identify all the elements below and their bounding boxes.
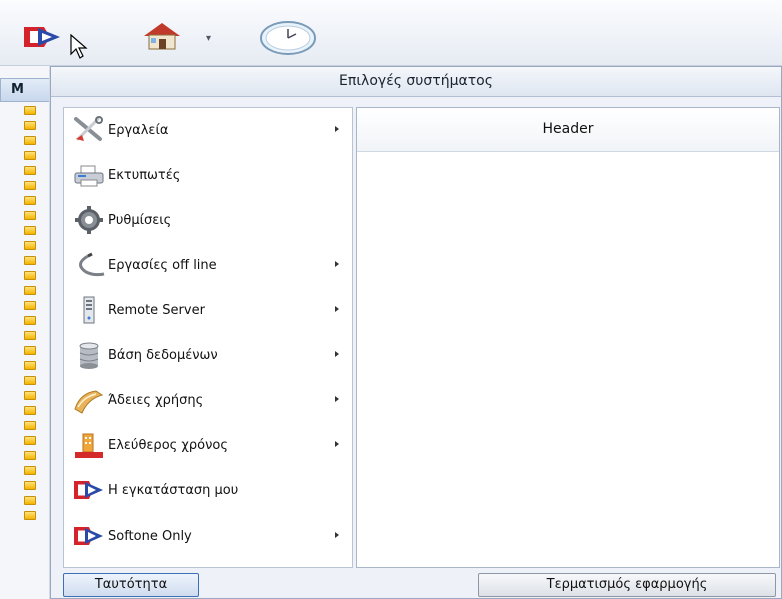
menu-item-licenses[interactable]: Άδειες χρήσης xyxy=(64,381,352,421)
folder-icon[interactable] xyxy=(24,361,36,370)
menu-item-label: Softone Only xyxy=(108,529,192,544)
panel-header: Header xyxy=(357,108,779,152)
submenu-arrow-icon xyxy=(335,126,339,132)
submenu-arrow-icon xyxy=(335,261,339,267)
folder-icon[interactable] xyxy=(24,226,36,235)
folder-icon[interactable] xyxy=(24,121,36,130)
folder-icon[interactable] xyxy=(24,421,36,430)
folder-icon[interactable] xyxy=(24,151,36,160)
softone-logo-icon xyxy=(72,521,106,551)
submenu-arrow-icon xyxy=(335,306,339,312)
menu-item-label: Εργασίες off line xyxy=(108,258,217,273)
background-tab[interactable]: M xyxy=(0,78,56,102)
folder-icon[interactable] xyxy=(24,406,36,415)
menu-item-label: Εκτυπωτές xyxy=(108,168,181,183)
folder-icon[interactable] xyxy=(24,481,36,490)
folder-icon[interactable] xyxy=(24,106,36,115)
folder-tree xyxy=(24,106,38,526)
folder-icon[interactable] xyxy=(24,316,36,325)
folder-icon[interactable] xyxy=(24,436,36,445)
mouse-cursor-icon xyxy=(70,33,88,60)
folder-icon[interactable] xyxy=(24,166,36,175)
folder-icon[interactable] xyxy=(24,466,36,475)
clock-icon[interactable] xyxy=(258,20,318,56)
submenu-arrow-icon xyxy=(335,441,339,447)
menu-item-label: Ελεύθερος χρόνος xyxy=(108,438,228,453)
license-icon xyxy=(72,385,106,415)
menu-item-offline-jobs[interactable]: Εργασίες off line xyxy=(64,246,352,286)
folder-icon[interactable] xyxy=(24,451,36,460)
menu-item-label: Ρυθμίσεις xyxy=(108,213,172,228)
softone-logo-icon[interactable] xyxy=(22,24,64,50)
system-options-dialog: Επιλογές συστήματος Εργαλεία Εκτυπωτές Ρ… xyxy=(50,66,782,599)
softone-logo-icon xyxy=(72,475,106,505)
options-menu: Εργαλεία Εκτυπωτές Ρυθμίσεις Εργασίες of… xyxy=(63,107,353,568)
content-panel: Header xyxy=(356,107,780,568)
menu-item-my-installation[interactable]: Η εγκατάσταση μου xyxy=(64,471,352,511)
identity-button[interactable]: Ταυτότητα xyxy=(63,573,199,597)
menu-item-database[interactable]: Βάση δεδομένων xyxy=(64,336,352,376)
submenu-arrow-icon xyxy=(335,396,339,402)
menu-item-label: Remote Server xyxy=(108,303,205,318)
house-dropdown-icon[interactable]: ▾ xyxy=(206,33,211,44)
folder-icon[interactable] xyxy=(24,181,36,190)
folder-icon[interactable] xyxy=(24,256,36,265)
menu-item-label: Εργαλεία xyxy=(108,123,169,138)
menu-item-settings[interactable]: Ρυθμίσεις xyxy=(64,201,352,241)
menu-item-label: Άδειες χρήσης xyxy=(108,393,204,408)
menu-item-tools[interactable]: Εργαλεία xyxy=(64,111,352,151)
gear-icon xyxy=(72,205,106,235)
folder-icon[interactable] xyxy=(24,271,36,280)
folder-icon[interactable] xyxy=(24,346,36,355)
folder-icon[interactable] xyxy=(24,511,36,520)
folder-icon[interactable] xyxy=(24,196,36,205)
cable-icon xyxy=(72,250,106,280)
submenu-arrow-icon xyxy=(335,351,339,357)
folder-icon[interactable] xyxy=(24,241,36,250)
folder-icon[interactable] xyxy=(24,301,36,310)
folder-icon[interactable] xyxy=(24,496,36,505)
submenu-arrow-icon xyxy=(335,532,339,538)
tools-icon xyxy=(72,115,106,145)
printer-icon xyxy=(72,160,106,190)
folder-icon[interactable] xyxy=(24,286,36,295)
menu-item-remote-server[interactable]: Remote Server xyxy=(64,291,352,331)
folder-icon[interactable] xyxy=(24,211,36,220)
main-toolbar: ▾ xyxy=(0,0,782,66)
menu-item-label: Βάση δεδομένων xyxy=(108,348,218,363)
server-icon xyxy=(72,295,106,325)
menu-item-printers[interactable]: Εκτυπωτές xyxy=(64,156,352,196)
folder-icon[interactable] xyxy=(24,376,36,385)
background-app-sidebar: M xyxy=(0,66,56,599)
exit-application-button[interactable]: Τερματισμός εφαρμογής xyxy=(478,573,776,597)
menu-item-label: Η εγκατάσταση μου xyxy=(108,483,239,498)
free-time-icon xyxy=(72,430,106,460)
folder-icon[interactable] xyxy=(24,391,36,400)
menu-item-softone-only[interactable]: Softone Only xyxy=(64,517,352,557)
dialog-title: Επιλογές συστήματος xyxy=(51,67,781,97)
folder-icon[interactable] xyxy=(24,136,36,145)
menu-item-free-time[interactable]: Ελεύθερος χρόνος xyxy=(64,426,352,466)
house-icon[interactable] xyxy=(140,20,190,52)
folder-icon[interactable] xyxy=(24,331,36,340)
database-icon xyxy=(72,340,106,370)
